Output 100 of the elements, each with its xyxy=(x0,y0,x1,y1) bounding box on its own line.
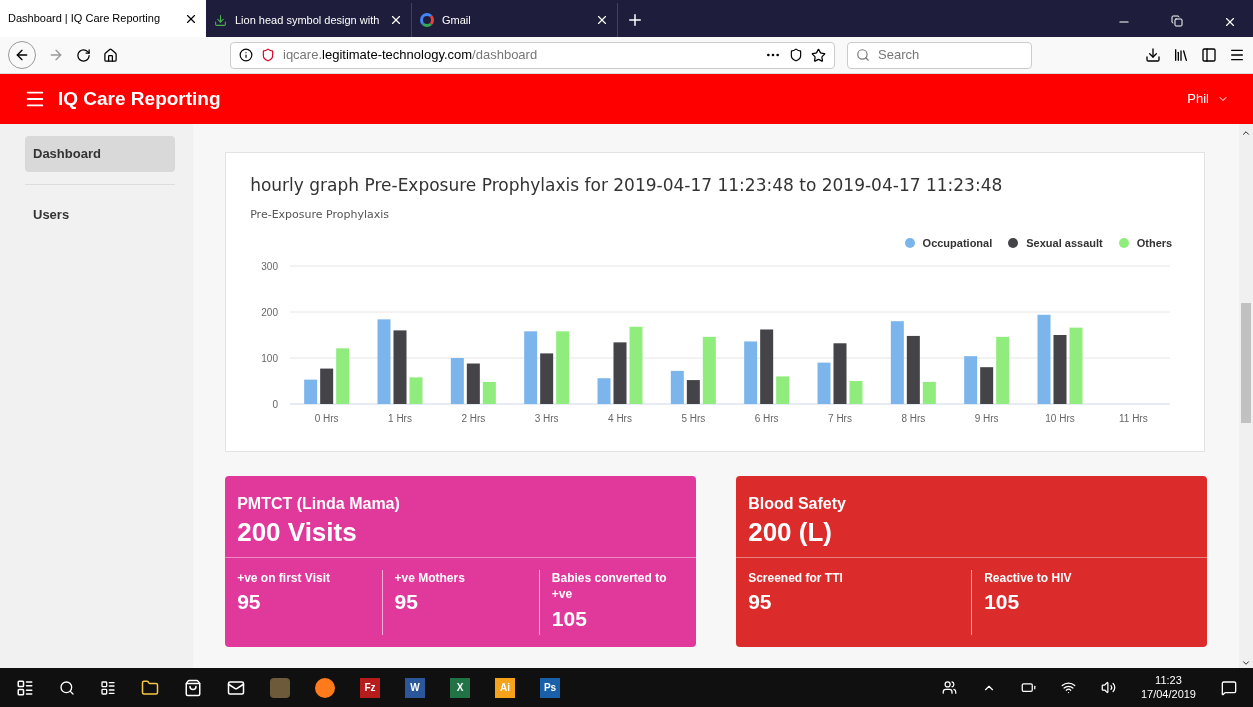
tab-title: Gmail xyxy=(442,12,472,28)
stat-value: 105 xyxy=(984,589,1021,615)
new-tab-icon[interactable] xyxy=(626,11,644,29)
info-icon xyxy=(239,48,253,62)
axis-label: 9 Hrs xyxy=(974,412,999,424)
axis-label: 3 Hrs xyxy=(534,412,559,424)
user-menu[interactable]: Phil xyxy=(1187,89,1229,109)
bar xyxy=(540,352,554,404)
battery-icon[interactable] xyxy=(1020,680,1036,695)
scroll-down-icon[interactable] xyxy=(1241,658,1252,668)
forward-icon[interactable] xyxy=(48,47,64,63)
library-icon[interactable] xyxy=(1173,47,1189,63)
shield-icon xyxy=(261,48,275,62)
star-icon[interactable] xyxy=(811,47,826,63)
bar xyxy=(776,375,790,404)
tab-title: Lion head symbol design with xyxy=(235,12,381,28)
card-title: PMTCT (Linda Mama) xyxy=(237,494,401,514)
download-icon xyxy=(214,13,227,27)
axis-label: 11 Hrs xyxy=(1119,412,1148,424)
bar xyxy=(996,336,1010,404)
notification-icon[interactable] xyxy=(1221,679,1237,696)
card-value: 200 Visits xyxy=(237,516,358,549)
bar xyxy=(671,370,684,404)
search-field[interactable]: Search xyxy=(847,41,1032,69)
bar xyxy=(744,340,758,404)
close-icon[interactable] xyxy=(1223,15,1237,29)
axis-label: 2 Hrs xyxy=(461,412,486,424)
bar xyxy=(304,379,318,404)
reload-icon[interactable] xyxy=(76,47,91,63)
bar xyxy=(980,366,994,404)
volume-icon[interactable] xyxy=(1100,680,1116,695)
wifi-icon[interactable] xyxy=(1060,680,1076,695)
bar xyxy=(467,363,480,404)
card-value: 200 (L) xyxy=(748,516,833,549)
app-title: IQ Care Reporting xyxy=(58,86,221,111)
bar xyxy=(597,377,611,404)
axis-label: 1 Hrs xyxy=(388,412,413,424)
axis-label: 0 xyxy=(272,398,279,410)
legend-label[interactable]: Sexual assault xyxy=(1026,235,1103,252)
store-icon[interactable] xyxy=(184,678,202,697)
clock[interactable]: 11:23 17/04/2019 xyxy=(1140,673,1196,702)
stat-label: +ve on first Visit xyxy=(237,569,331,586)
scrollbar[interactable] xyxy=(1239,124,1253,668)
app-icon[interactable]: Ps xyxy=(540,677,560,698)
scroll-up-icon[interactable] xyxy=(1241,128,1252,138)
sidebar-icon[interactable] xyxy=(1201,47,1217,63)
axis-label: 7 Hrs xyxy=(828,412,853,424)
search-icon xyxy=(856,48,870,62)
app-icon[interactable]: W xyxy=(405,677,425,698)
axis-label: 200 xyxy=(261,306,279,318)
bar xyxy=(483,381,496,404)
bar xyxy=(703,336,716,404)
search-icon[interactable] xyxy=(59,679,75,696)
url-text: iqcare.legitimate-technology.com/dashboard xyxy=(283,46,538,65)
folder-icon[interactable] xyxy=(141,678,159,697)
sidebar-item[interactable]: Users xyxy=(25,197,176,233)
axis-label: 100 xyxy=(261,352,279,364)
app-icon[interactable]: X xyxy=(450,677,470,698)
restore-icon[interactable] xyxy=(1171,15,1183,27)
people-icon[interactable] xyxy=(941,680,957,695)
legend-label[interactable]: Others xyxy=(1136,235,1173,252)
google-icon xyxy=(420,13,434,27)
stat-value: 95 xyxy=(394,589,419,615)
axis-label: 6 Hrs xyxy=(754,412,779,424)
bar xyxy=(923,381,936,404)
browser-icon[interactable] xyxy=(315,677,335,698)
bar xyxy=(613,341,627,404)
address-bar[interactable]: iqcare.legitimate-technology.com/dashboard xyxy=(230,41,835,69)
app-icon[interactable] xyxy=(270,677,290,698)
bar xyxy=(964,355,978,404)
axis-label: 0 Hrs xyxy=(314,412,339,424)
stat-value: 95 xyxy=(237,589,262,615)
stat-label: Screened for TTI xyxy=(748,569,844,586)
chart-title: hourly graph Pre-Exposure Prophylaxis for 2019-04-17 11:23:48 to 2019-04-17 11:23:48 xyxy=(250,174,1004,197)
download-icon[interactable] xyxy=(1145,47,1161,63)
axis-label: 4 Hrs xyxy=(608,412,633,424)
card-title: Blood Safety xyxy=(748,494,847,514)
stat-label: Babies converted to +ve xyxy=(551,569,668,603)
menu-icon[interactable] xyxy=(1229,47,1245,63)
bar xyxy=(817,362,831,404)
sidebar-item[interactable]: Dashboard xyxy=(25,136,176,172)
browser-tab[interactable]: Dashboard | IQ Care Reporting xyxy=(0,0,206,37)
bar xyxy=(833,342,847,404)
mail-icon[interactable] xyxy=(227,678,245,697)
bar xyxy=(687,379,700,404)
close-icon[interactable] xyxy=(595,13,609,27)
stat-value: 95 xyxy=(748,589,773,615)
close-icon[interactable] xyxy=(389,13,403,27)
axis-label: 10 Hrs xyxy=(1045,412,1075,424)
scrollbar-thumb[interactable] xyxy=(1241,303,1252,423)
home-icon[interactable] xyxy=(103,47,118,63)
bar xyxy=(409,376,423,404)
legend-label[interactable]: Occupational xyxy=(922,235,993,252)
axis-label: 300 xyxy=(261,260,279,272)
bar xyxy=(1053,334,1067,404)
stat-label: Reactive to HIV xyxy=(984,569,1073,586)
back-icon xyxy=(14,47,30,63)
stat-value: 105 xyxy=(551,605,588,632)
app-icon[interactable]: Fz xyxy=(360,677,380,698)
stat-label: +ve Mothers xyxy=(394,569,466,586)
